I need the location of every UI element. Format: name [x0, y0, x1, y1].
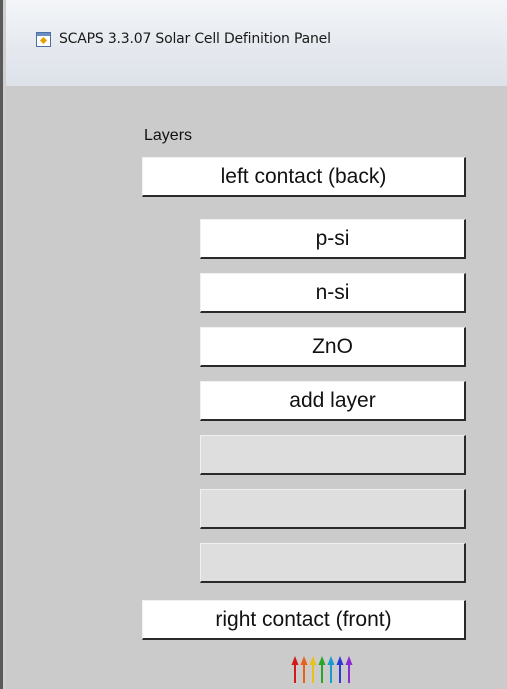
- empty-layer-slot[interactable]: [200, 543, 466, 583]
- light-arrow-icon: [327, 656, 335, 683]
- right-contact-button[interactable]: right contact (front): [142, 600, 466, 640]
- window-title: SCAPS 3.3.07 Solar Cell Definition Panel: [59, 31, 331, 47]
- empty-layer-slot[interactable]: [200, 435, 466, 475]
- light-arrow-icon: [336, 656, 344, 683]
- scaps-app-icon[interactable]: [36, 32, 51, 47]
- layer-button-zno[interactable]: ZnO: [200, 327, 466, 367]
- light-arrow-icon: [345, 656, 353, 683]
- title-bar: SCAPS 3.3.07 Solar Cell Definition Panel: [6, 0, 507, 86]
- solar-cell-definition-window: SCAPS 3.3.07 Solar Cell Definition Panel…: [0, 0, 507, 689]
- light-arrow-icon: [291, 656, 299, 683]
- layer-button-p-si[interactable]: p-si: [200, 219, 466, 259]
- layers-label: Layers: [144, 127, 193, 144]
- illumination-arrows-icon: [291, 656, 353, 683]
- layer-button-n-si[interactable]: n-si: [200, 273, 466, 313]
- light-arrow-icon: [309, 656, 317, 683]
- light-arrow-icon: [300, 656, 308, 683]
- empty-layer-slot[interactable]: [200, 489, 466, 529]
- add-layer-button[interactable]: add layer: [200, 381, 466, 421]
- left-contact-button[interactable]: left contact (back): [142, 157, 466, 197]
- light-arrow-icon: [318, 656, 326, 683]
